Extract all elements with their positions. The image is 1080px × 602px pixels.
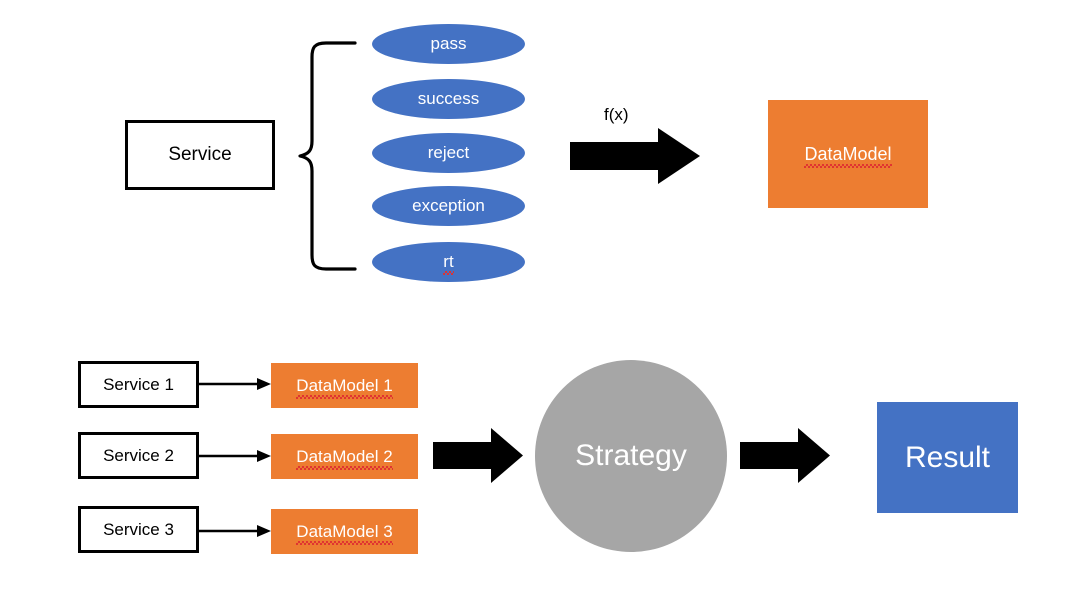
datamodel-1-label: DataModel 1: [296, 375, 394, 399]
service-box[interactable]: Service: [125, 120, 275, 190]
service-1-label: Service 1: [103, 374, 174, 394]
service-3-box[interactable]: Service 3: [78, 506, 199, 553]
diagram-canvas: Service pass success reject exception rt…: [0, 0, 1080, 602]
transform-arrow-icon: [570, 128, 700, 184]
metric-ellipse-exception[interactable]: exception: [372, 186, 525, 226]
metric-label: success: [417, 89, 480, 108]
metric-label: exception: [412, 196, 485, 215]
transform-function-label: f(x): [604, 105, 629, 124]
metric-ellipse-reject[interactable]: reject: [372, 133, 525, 173]
datamodel-2-box[interactable]: DataModel 2: [271, 434, 418, 479]
service-1-box[interactable]: Service 1: [78, 361, 199, 408]
metric-label: rt: [443, 252, 455, 275]
brace-group: [298, 38, 358, 274]
strategy-circle[interactable]: Strategy: [535, 360, 727, 552]
datamodel-box-label: DataModel: [804, 143, 892, 168]
service-1-to-datamodel-1-connector: [199, 375, 273, 393]
datamodel-2-label: DataModel 2: [296, 446, 394, 470]
metric-ellipse-rt[interactable]: rt: [372, 242, 525, 282]
strategy-label: Strategy: [575, 439, 687, 472]
service-box-label: Service: [168, 144, 232, 165]
result-box[interactable]: Result: [877, 402, 1018, 513]
datamodel-3-label: DataModel 3: [296, 521, 394, 545]
datamodel-3-box[interactable]: DataModel 3: [271, 509, 418, 554]
result-arrow-icon: [740, 428, 830, 483]
metric-ellipse-success[interactable]: success: [372, 79, 525, 119]
service-3-to-datamodel-3-connector: [199, 522, 273, 540]
metric-label: reject: [427, 143, 470, 162]
metric-ellipse-pass[interactable]: pass: [372, 24, 525, 64]
service-2-label: Service 2: [103, 445, 174, 465]
metric-label: pass: [430, 34, 467, 53]
aggregate-arrow-icon: [433, 428, 523, 483]
result-label: Result: [904, 440, 991, 474]
service-2-box[interactable]: Service 2: [78, 432, 199, 479]
service-3-label: Service 3: [103, 519, 174, 539]
service-2-to-datamodel-2-connector: [199, 447, 273, 465]
datamodel-box[interactable]: DataModel: [768, 100, 928, 208]
datamodel-1-box[interactable]: DataModel 1: [271, 363, 418, 408]
